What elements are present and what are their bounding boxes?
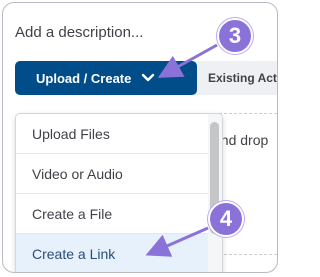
upload-create-label: Upload / Create	[36, 70, 132, 86]
existing-activities-label: Existing Activities	[208, 71, 277, 85]
menu-item-label: Video or Audio	[32, 165, 123, 182]
description-placeholder[interactable]: Add a description...	[15, 24, 143, 41]
menu-item-upload-files[interactable]: Upload Files	[16, 114, 209, 154]
menu-item-label: Create a Link	[32, 245, 116, 262]
menu-item-create-link[interactable]: Create a Link	[16, 234, 209, 272]
menu-item-video-audio[interactable]: Video or Audio	[16, 154, 209, 194]
chevron-down-icon	[141, 73, 155, 83]
step-3-callout: 3	[217, 18, 253, 54]
menu-scrollbar[interactable]	[208, 114, 222, 272]
menu-item-label: Upload Files	[32, 125, 110, 142]
upload-create-menu: Upload Files Video or Audio Create a Fil…	[15, 113, 223, 272]
screenshot-frame: Add a description... and drop Existing A…	[2, 2, 278, 273]
existing-activities-button[interactable]: Existing Activities	[186, 61, 277, 95]
menu-item-label: Create a File	[32, 205, 113, 222]
step-4-callout: 4	[208, 201, 244, 237]
menu-item-create-file[interactable]: Create a File	[16, 194, 209, 234]
upload-create-button[interactable]: Upload / Create	[15, 61, 197, 95]
